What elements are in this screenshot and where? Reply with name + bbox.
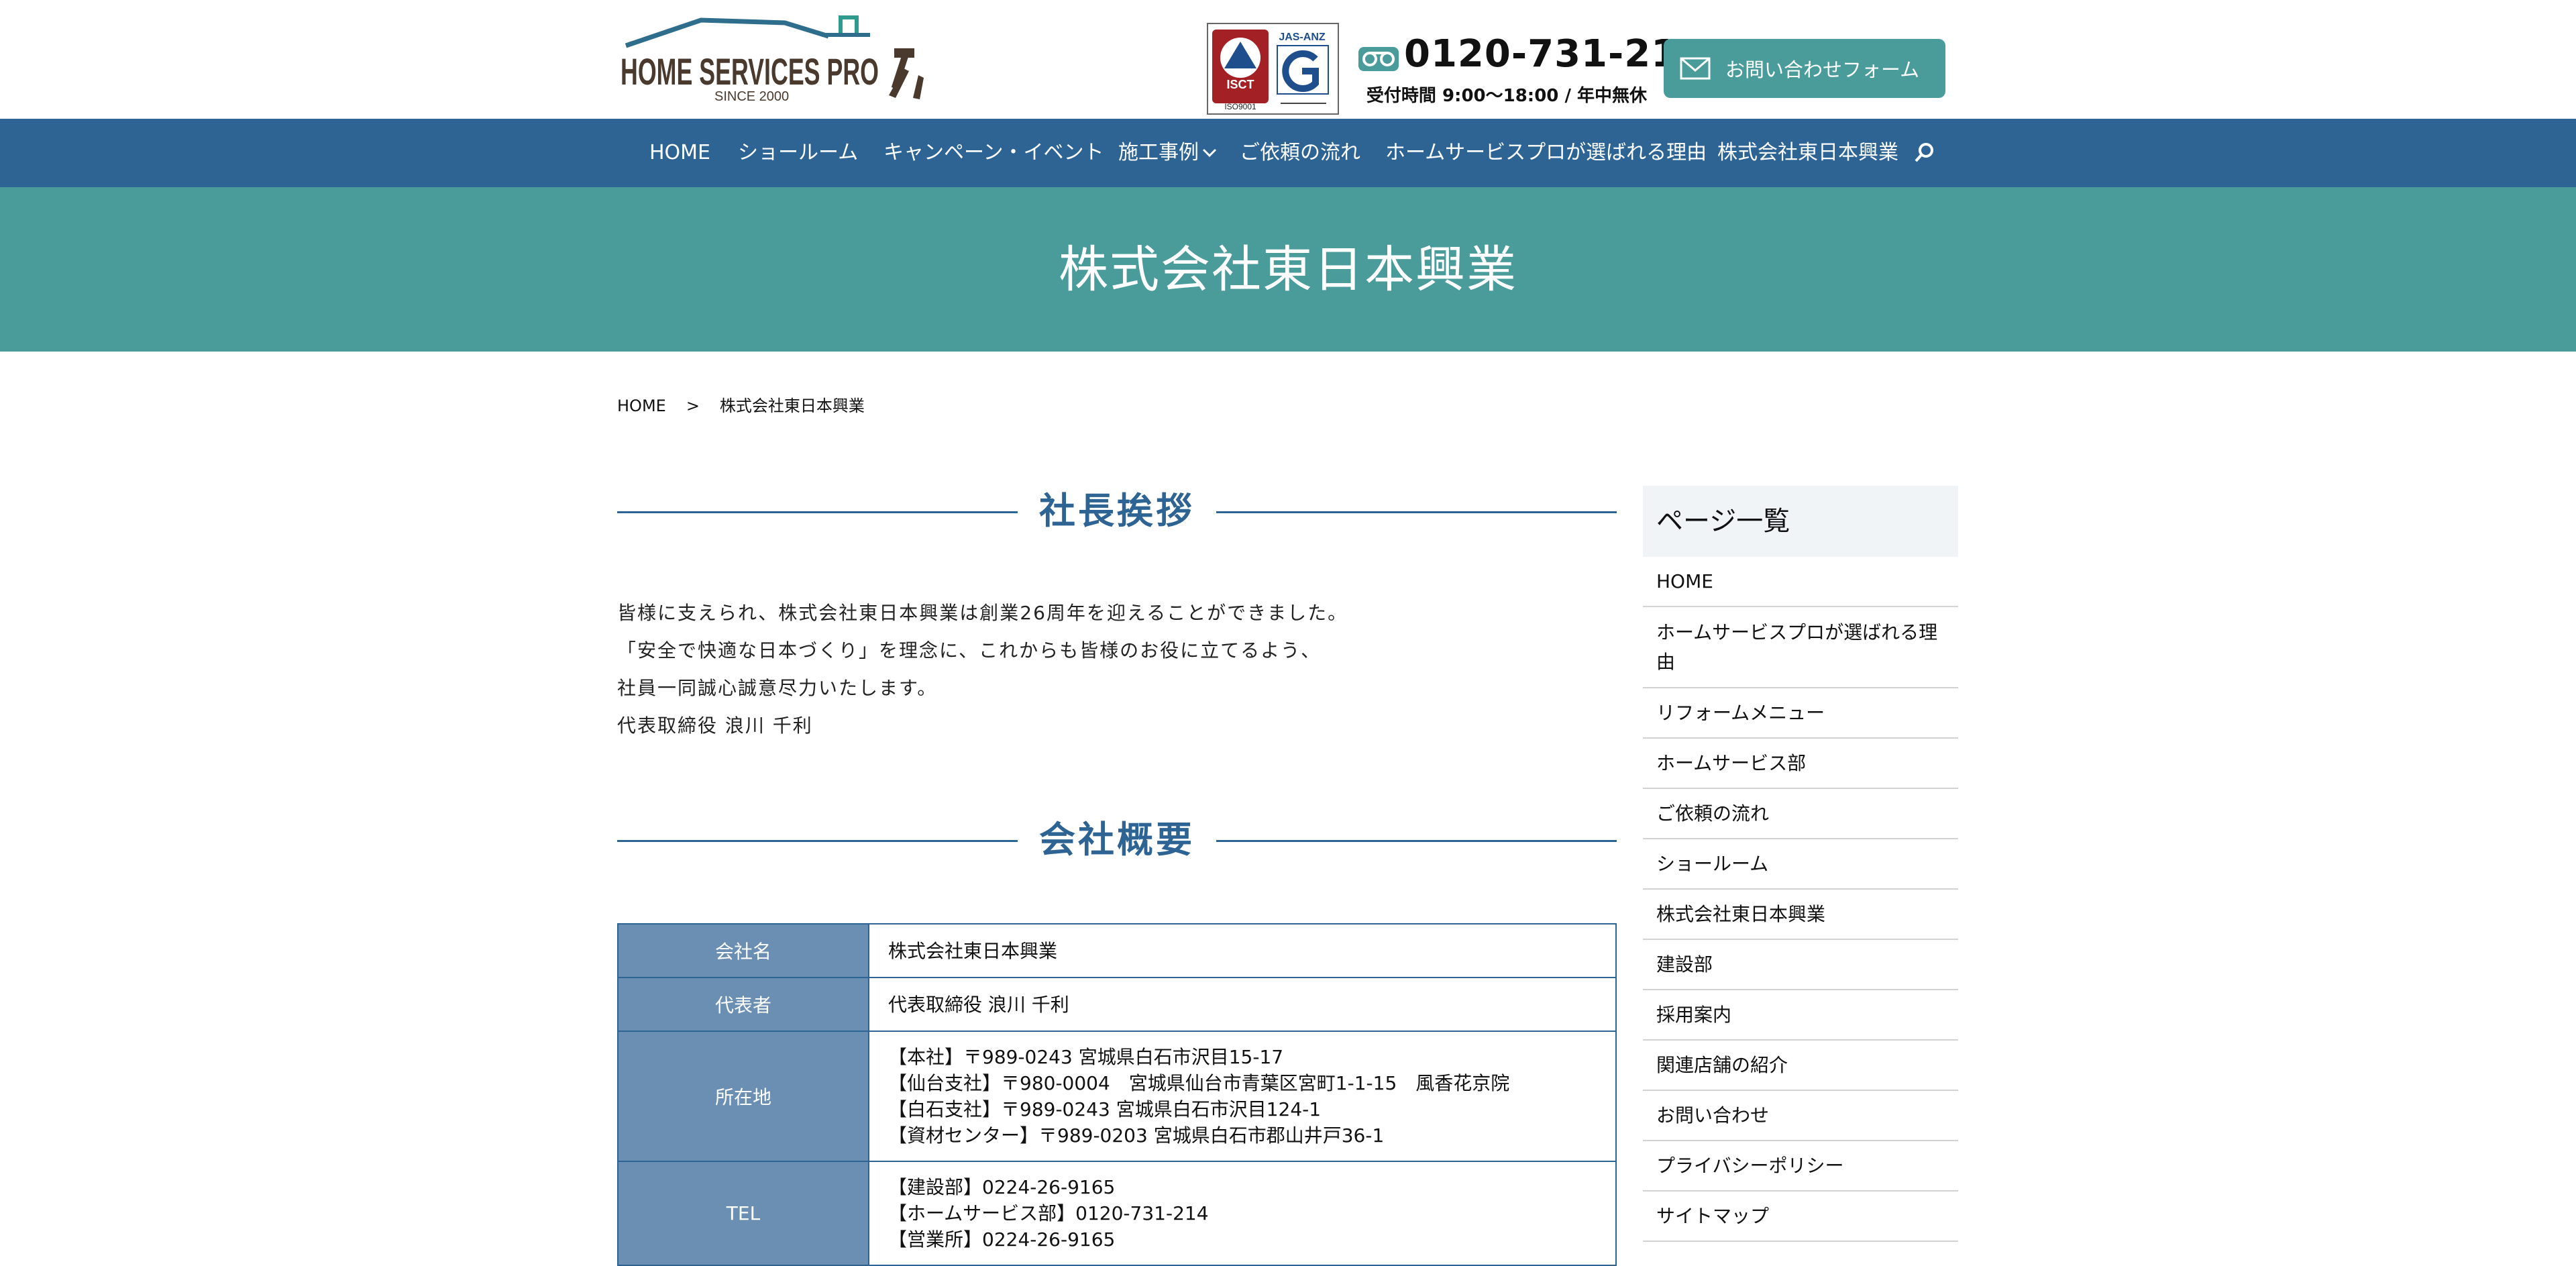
global-nav: HOME ショールーム キャンペーン・イベント 施工事例 ご依頼の流れ ホームサ… (0, 119, 2576, 187)
nav-campaign-event[interactable]: キャンペーン・イベント (883, 119, 1104, 187)
sidebar-item-label: ホームサービスプロが選ばれる理由 (1656, 621, 1938, 673)
svg-text:JAS-ANZ: JAS-ANZ (1279, 32, 1326, 43)
company-overview-table: 会社名 株式会社東日本興業 代表者 代表取締役 浪川 千利 所在地 【本社】〒9… (617, 923, 1617, 1266)
sidebar-item-recruitment[interactable]: 採用案内 (1643, 990, 1958, 1041)
site-header: HOME SERVICES PRO SINCE 2000 ISCT ISO900… (0, 0, 2576, 119)
row-value-tel: 【建設部】0224-26-9165 【ホームサービス部】0120-731-214… (868, 1161, 1617, 1266)
heading-rule-left (617, 840, 1018, 842)
sidebar-item-related-stores[interactable]: 関連店舗の紹介 (1643, 1041, 1958, 1091)
sidebar-item-showroom[interactable]: ショールーム (1643, 839, 1958, 890)
sidebar-item-home[interactable]: HOME (1643, 557, 1958, 607)
nav-home[interactable]: HOME (649, 119, 710, 187)
cell-line: 【資材センター】〒989-0203 宮城県白石市郡山井戸36-1 (888, 1124, 1385, 1147)
cell-line: 【本社】〒989-0243 宮城県白石市沢目15-17 (888, 1046, 1284, 1068)
sidebar-item-label: 株式会社東日本興業 (1656, 902, 1826, 925)
table-row: 代表者 代表取締役 浪川 千利 (617, 977, 1617, 1032)
table-row: 所在地 【本社】〒989-0243 宮城県白石市沢目15-17 【仙台支社】〒9… (617, 1031, 1617, 1162)
row-value-company-name: 株式会社東日本興業 (868, 923, 1617, 978)
home-services-pro-logo[interactable]: HOME SERVICES PRO SINCE 2000 (621, 13, 929, 107)
nav-showroom[interactable]: ショールーム (738, 119, 858, 187)
svg-text:HOME SERVICES PRO: HOME SERVICES PRO (621, 50, 879, 93)
page-title: 株式会社東日本興業 (1059, 241, 1517, 299)
breadcrumb-separator: > (686, 397, 700, 415)
phone-contact: 0120-731-214 受付時間 9:00〜18:00 / 年中無休 (1358, 32, 1704, 113)
sidebar-item-privacy-policy[interactable]: プライバシーポリシー (1643, 1141, 1958, 1192)
cell-line: 株式会社東日本興業 (888, 939, 1058, 962)
table-row: 会社名 株式会社東日本興業 (617, 923, 1617, 978)
row-label-company-name: 会社名 (617, 923, 869, 978)
nav-why-choose[interactable]: ホームサービスプロが選ばれる理由 (1385, 119, 1707, 187)
company-heading-text: 会社概要 (1039, 819, 1195, 861)
phone-number[interactable]: 0120-731-214 (1404, 32, 1705, 76)
greeting-heading: 社長挨拶 (617, 484, 1617, 538)
sidebar-item-sitemap[interactable]: サイトマップ (1643, 1192, 1958, 1242)
chevron-down-icon[interactable] (1201, 144, 1218, 162)
company-heading: 会社概要 (617, 813, 1617, 867)
search-icon[interactable] (1913, 141, 1936, 164)
sidebar-item-company[interactable]: 株式会社東日本興業 (1643, 890, 1958, 940)
sidebar-list: HOME ホームサービスプロが選ばれる理由 リフォームメニュー ホームサービス部… (1643, 557, 1958, 1242)
svg-text:ISO9001: ISO9001 (1224, 102, 1256, 111)
greeting-signature: 代表取締役 浪川 千利 (617, 715, 813, 737)
nav-company[interactable]: 株式会社東日本興業 (1717, 119, 1898, 187)
svg-text:SINCE 2000: SINCE 2000 (714, 89, 789, 104)
mail-icon (1680, 57, 1711, 80)
row-label-tel: TEL (617, 1161, 869, 1266)
sidebar-title: ページ一覧 (1643, 486, 1958, 557)
cell-line: 【建設部】0224-26-9165 (888, 1176, 1116, 1198)
heading-rule-right (1216, 511, 1617, 513)
certification-badges: ISCT ISO9001 JAS-ANZ (1207, 23, 1339, 115)
sidebar-item-label: 関連店舗の紹介 (1656, 1053, 1788, 1076)
sidebar-item-label: ご依頼の流れ (1656, 802, 1770, 825)
row-label-address: 所在地 (617, 1031, 869, 1162)
sidebar-item-label: プライバシーポリシー (1656, 1154, 1844, 1177)
contact-form-button[interactable]: お問い合わせフォーム (1664, 39, 1945, 98)
sidebar-item-label: ホームサービス部 (1656, 751, 1807, 774)
sidebar-item-label: リフォームメニュー (1656, 701, 1825, 724)
contact-form-label: お問い合わせフォーム (1725, 58, 1920, 81)
hammer-icon (889, 48, 924, 99)
heading-rule-left (617, 511, 1018, 513)
sidebar-item-reform-menu[interactable]: リフォームメニュー (1643, 688, 1958, 739)
page-hero: 株式会社東日本興業 (0, 187, 2576, 352)
sidebar-item-contact[interactable]: お問い合わせ (1643, 1091, 1958, 1141)
greeting-line: 皆様に支えられ、株式会社東日本興業は創業26周年を迎えることができました。 (617, 602, 1348, 624)
cell-line: 【仙台支社】〒980-0004 宮城県仙台市青葉区宮町1-1-15 風香花京院 (888, 1072, 1510, 1094)
sidebar-item-label: お問い合わせ (1656, 1104, 1770, 1126)
sidebar-item-label: 建設部 (1656, 953, 1713, 975)
svg-text:ISCT: ISCT (1226, 78, 1254, 91)
sidebar-item-label: サイトマップ (1656, 1204, 1770, 1227)
breadcrumb-current: 株式会社東日本興業 (719, 397, 865, 415)
heading-rule-right (1216, 840, 1617, 842)
row-value-address: 【本社】〒989-0243 宮城県白石市沢目15-17 【仙台支社】〒980-0… (868, 1031, 1617, 1162)
row-value-representative: 代表取締役 浪川 千利 (868, 977, 1617, 1032)
freedial-icon (1358, 47, 1399, 71)
row-label-representative: 代表者 (617, 977, 869, 1032)
sidebar-page-list: ページ一覧 HOME ホームサービスプロが選ばれる理由 リフォームメニュー ホー… (1643, 486, 1958, 1242)
breadcrumb-home[interactable]: HOME (617, 397, 666, 415)
cell-line: 【営業所】0224-26-9165 (888, 1228, 1116, 1251)
greeting-line: 社員一同誠心誠意尽力いたします。 (617, 677, 938, 699)
greeting-heading-text: 社長挨拶 (1039, 490, 1195, 532)
greeting-line: 「安全で快適な日本づくり」を理念に、これからも皆様のお役に立てるよう、 (617, 639, 1322, 662)
sidebar-item-request-flow[interactable]: ご依頼の流れ (1643, 789, 1958, 839)
table-row: TEL 【建設部】0224-26-9165 【ホームサービス部】0120-731… (617, 1161, 1617, 1266)
sidebar-item-label: HOME (1656, 570, 1713, 592)
sidebar-item-label: 採用案内 (1656, 1003, 1732, 1026)
business-hours: 受付時間 9:00〜18:00 / 年中無休 (1366, 86, 1647, 106)
sidebar-item-why-choose[interactable]: ホームサービスプロが選ばれる理由 (1643, 607, 1958, 688)
sidebar-item-label: ショールーム (1656, 852, 1769, 875)
greeting-message: 皆様に支えられ、株式会社東日本興業は創業26周年を迎えることができました。 「安… (617, 594, 1610, 745)
sidebar-item-home-service-dept[interactable]: ホームサービス部 (1643, 739, 1958, 789)
sidebar-item-construction-dept[interactable]: 建設部 (1643, 940, 1958, 990)
nav-works[interactable]: 施工事例 (1118, 119, 1199, 187)
cell-line: 代表取締役 浪川 千利 (888, 993, 1069, 1016)
cell-line: 【白石支社】〒989-0243 宮城県白石市沢目124-1 (888, 1098, 1322, 1120)
nav-request-flow[interactable]: ご依頼の流れ (1240, 119, 1360, 187)
breadcrumb: HOME > 株式会社東日本興業 (617, 392, 865, 415)
cell-line: 【ホームサービス部】0120-731-214 (888, 1202, 1209, 1224)
